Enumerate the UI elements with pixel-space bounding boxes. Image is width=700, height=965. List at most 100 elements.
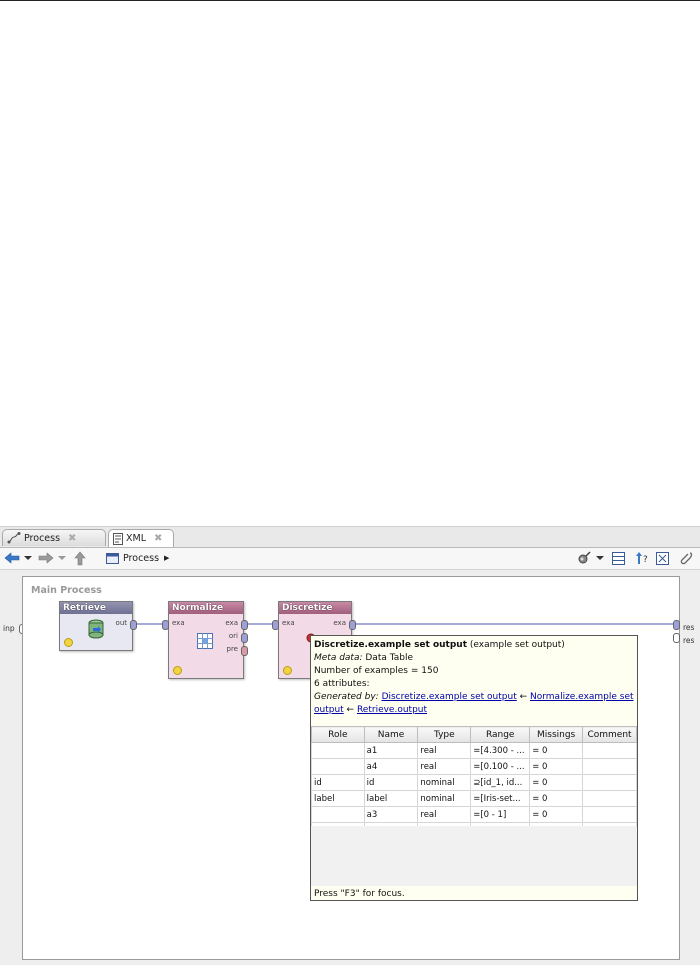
num-examples: Number of examples = 150: [314, 666, 439, 676]
operator-title: Normalize: [169, 602, 243, 614]
tab-xml[interactable]: XML ✖: [108, 529, 174, 547]
back-button[interactable]: [4, 550, 20, 566]
chevron-down-icon: [596, 556, 604, 560]
meta-data-label: Meta data:: [314, 653, 363, 663]
table-cell: =[4.300 - ...: [470, 742, 531, 759]
table-cell: = 0: [529, 774, 584, 791]
tab-process[interactable]: Process ✖: [2, 529, 106, 546]
table-cell: [311, 742, 365, 759]
breadcrumb-arrow-icon: ▶: [164, 554, 170, 562]
process-window-icon: [106, 553, 119, 564]
forward-dropdown[interactable]: [58, 550, 66, 566]
table-cell: id: [363, 774, 419, 791]
column-header[interactable]: Name: [363, 726, 419, 743]
attributes-table: Role Name Type Range Missings Comment a1…: [311, 726, 637, 839]
link-discretize-output[interactable]: Discretize.example set output: [382, 692, 517, 702]
table-cell: nominal: [417, 774, 472, 791]
table-cell: [582, 758, 637, 775]
table-row: a1 real =[4.300 - ... = 0: [311, 742, 637, 759]
table-cell: = 0: [529, 742, 584, 759]
port-label: exa: [333, 619, 346, 627]
table-cell: a3: [363, 806, 419, 823]
discretize-input-port[interactable]: [272, 620, 279, 630]
table-row: a3 real =[0 - 1] = 0: [311, 806, 637, 823]
tooltip-title: Discretize.example set output: [314, 640, 468, 650]
sort-arrows-icon: ?: [636, 552, 648, 565]
process-canvas[interactable]: Main Process Retrieve out Normalize exa: [22, 576, 680, 960]
link-button[interactable]: [680, 550, 694, 566]
arrange-button[interactable]: ?: [636, 550, 650, 566]
port-label: exa: [172, 619, 185, 627]
close-icon[interactable]: ✖: [154, 533, 162, 544]
process-breadcrumb[interactable]: Process ▶: [106, 550, 169, 566]
close-icon[interactable]: ✖: [68, 533, 76, 544]
table-cell: = 0: [529, 790, 584, 807]
column-header[interactable]: Role: [311, 726, 365, 743]
table-cell: ⊇[id_1, id...: [470, 774, 531, 791]
table-row: label label nominal =[Iris-set... = 0: [311, 790, 637, 807]
column-header[interactable]: Range: [470, 726, 531, 743]
table-cell: real: [417, 742, 472, 759]
table-cell: =[Iris-set...: [470, 790, 531, 807]
plug-wire-icon: [578, 551, 591, 564]
column-header[interactable]: Comment: [582, 726, 637, 743]
database-icon: [87, 619, 105, 642]
table-cell: real: [417, 758, 472, 775]
back-dropdown[interactable]: [24, 550, 32, 566]
operator-retrieve[interactable]: Retrieve out: [59, 601, 133, 651]
process-canvas-area: inp Main Process Retrieve out Normalize …: [0, 570, 700, 965]
link-normalize-output-cont[interactable]: output: [314, 705, 344, 715]
tooltip-footer: Press "F3" for focus.: [314, 889, 405, 899]
process-flow-icon: [7, 532, 21, 544]
table-row: a4 real =[0.100 - ... = 0: [311, 758, 637, 775]
forward-button[interactable]: [38, 550, 54, 566]
table-cell: nominal: [417, 790, 472, 807]
res-port-label: res: [683, 623, 695, 632]
port-label: exa: [225, 619, 238, 627]
table-cell: = 0: [529, 806, 584, 823]
tab-process-label: Process: [24, 532, 61, 544]
table-grid-icon: [197, 633, 213, 652]
up-button[interactable]: [74, 550, 86, 566]
result-port-2[interactable]: [673, 633, 680, 643]
column-header[interactable]: Missings: [529, 726, 584, 743]
chevron-down-icon: [24, 556, 32, 560]
table-cell: =[0.100 - ...: [470, 758, 531, 775]
operator-title: Discretize: [279, 602, 351, 614]
retrieve-output-port[interactable]: [130, 620, 137, 630]
normalize-preprocessing-port[interactable]: [241, 646, 248, 656]
link-normalize-output[interactable]: Normalize.example set: [530, 692, 634, 702]
result-port-1[interactable]: [673, 620, 680, 630]
table-cell: [311, 758, 365, 775]
table-cell: label: [363, 790, 419, 807]
execution-order-button[interactable]: [612, 550, 625, 566]
table-empty-area: [311, 826, 637, 886]
status-indicator: [283, 666, 292, 675]
tab-bar: Process ✖ XML ✖: [0, 527, 700, 548]
res-port-label: res: [683, 636, 695, 645]
table-cell: [582, 806, 637, 823]
inp-port-label: inp: [3, 624, 15, 633]
normalize-output-port[interactable]: [241, 620, 248, 630]
meta-data-value: Data Table: [362, 653, 413, 663]
tooltip-subtitle: (example set output): [467, 640, 565, 650]
normalize-input-port[interactable]: [162, 620, 169, 630]
normalize-original-port[interactable]: [241, 633, 248, 643]
arrow-left-icon: ←: [516, 692, 530, 702]
arrow-up-icon: [74, 551, 86, 565]
tooltip-header: Discretize.example set output (example s…: [314, 639, 634, 717]
discretize-output-port[interactable]: [349, 620, 356, 630]
column-header[interactable]: Type: [417, 726, 472, 743]
table-cell: = 0: [529, 758, 584, 775]
status-indicator: [64, 638, 73, 647]
table-cell: a4: [363, 758, 419, 775]
table-cell: real: [417, 806, 472, 823]
auto-wire-dropdown[interactable]: [596, 550, 604, 566]
fit-to-window-button[interactable]: [656, 550, 669, 566]
operator-normalize[interactable]: Normalize exa exa ori pre: [168, 601, 244, 679]
arrow-left-icon: [4, 552, 20, 564]
arrow-right-icon: [38, 552, 54, 564]
tab-xml-label: XML: [126, 533, 146, 544]
link-retrieve-output[interactable]: Retrieve.output: [357, 705, 427, 715]
auto-wire-button[interactable]: [576, 550, 592, 566]
